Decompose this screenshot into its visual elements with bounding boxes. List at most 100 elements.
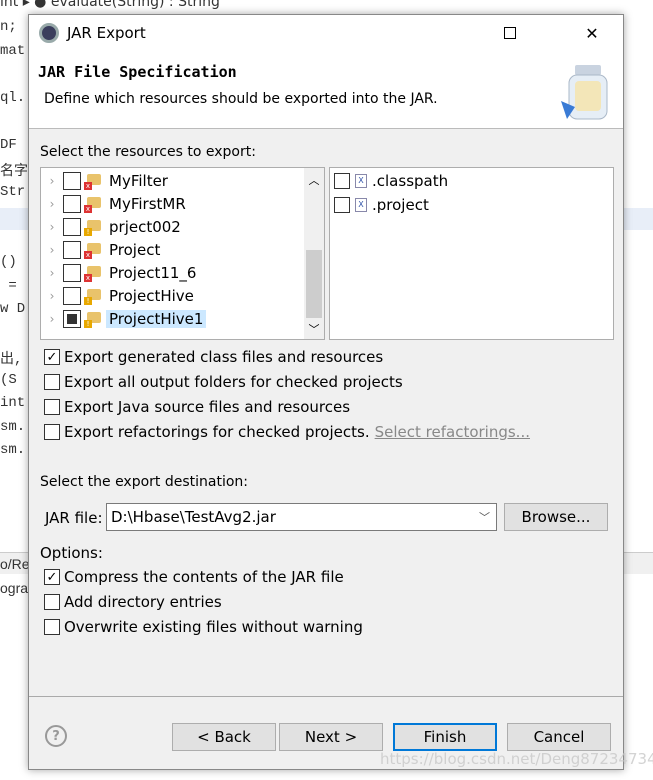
project-folder-icon: x	[84, 172, 102, 190]
checkbox[interactable]	[334, 196, 350, 213]
chevron-right-icon[interactable]: ›	[41, 220, 63, 234]
back-button[interactable]: < Back	[172, 723, 276, 751]
option-label: Export refactorings for checked projects…	[64, 423, 370, 441]
project-folder-icon: !	[84, 287, 102, 305]
file-list[interactable]: X .classpath X .project	[329, 167, 614, 340]
code-line: n;	[0, 19, 17, 35]
page-title: JAR File Specification	[38, 63, 237, 81]
file-name: .classpath	[372, 171, 449, 190]
maximize-button[interactable]	[487, 15, 533, 51]
project-folder-icon: !	[84, 218, 102, 236]
option-label: Export Java source files and resources	[64, 398, 351, 416]
checkbox[interactable]	[44, 374, 60, 390]
file-item[interactable]: X .classpath	[334, 169, 594, 192]
error-badge-icon: x	[84, 250, 92, 259]
warning-badge-icon: !	[84, 227, 92, 236]
project-name: prject002	[109, 217, 181, 236]
error-badge-icon: x	[84, 181, 92, 190]
checkbox[interactable]	[63, 171, 81, 190]
panel-text: ogra	[0, 580, 29, 596]
breadcrumb: int ▸ ● evaluate(String) : String	[0, 0, 220, 10]
checkbox[interactable]	[63, 309, 81, 328]
checkbox[interactable]	[63, 217, 81, 236]
chevron-right-icon[interactable]: ›	[41, 243, 63, 257]
close-button[interactable]: ✕	[569, 15, 615, 51]
export-option[interactable]: ✓ Export generated class files and resour…	[44, 348, 383, 366]
project-folder-icon: x	[84, 264, 102, 282]
checkbox[interactable]	[63, 263, 81, 282]
code-line: 名字	[0, 164, 28, 180]
chevron-right-icon[interactable]: ›	[41, 174, 63, 188]
jar-file-value: D:\Hbase\TestAvg2.jar	[111, 508, 276, 526]
project-name: ProjectHive1	[106, 309, 207, 328]
export-option[interactable]: Export all output folders for checked pr…	[44, 373, 403, 391]
code-line: int	[0, 395, 26, 411]
checkbox[interactable]	[63, 286, 81, 305]
checkbox[interactable]	[44, 399, 60, 415]
tree-item[interactable]: ›! ProjectHive	[41, 284, 301, 307]
checkbox[interactable]	[44, 424, 60, 440]
help-button[interactable]: ?	[45, 725, 67, 747]
jar-option[interactable]: Add directory entries	[44, 593, 222, 611]
scroll-up-icon[interactable]: ︿	[304, 172, 324, 188]
export-option[interactable]: Export Java source files and resources	[44, 398, 350, 416]
help-icon: ?	[52, 728, 60, 744]
xml-file-icon: X	[355, 197, 367, 212]
chevron-right-icon[interactable]: ›	[41, 289, 63, 303]
scrollbar-thumb[interactable]	[306, 250, 322, 318]
tree-item[interactable]: › x Project11_6	[41, 261, 301, 284]
project-name: Project11_6	[109, 263, 197, 282]
wizard-header: JAR File Specification Define which reso…	[29, 51, 623, 129]
project-tree[interactable]: ︿ ﹀ › x MyFilter › x MyFirstMR ›! prject002 › x Pr…	[40, 167, 325, 340]
checkbox[interactable]	[44, 619, 60, 635]
project-name: MyFirstMR	[109, 194, 186, 213]
scroll-down-icon[interactable]: ﹀	[304, 321, 324, 337]
code-line: sm.	[0, 442, 26, 458]
chevron-right-icon[interactable]: ›	[41, 266, 63, 280]
file-name: .project	[372, 195, 429, 214]
cancel-button[interactable]: Cancel	[507, 723, 611, 751]
jar-option[interactable]: ✓ Compress the contents of the JAR file	[44, 568, 344, 586]
checkbox[interactable]: ✓	[44, 569, 60, 585]
jar-option[interactable]: Overwrite existing files without warning	[44, 618, 363, 636]
option-label: Export all output folders for checked pr…	[64, 373, 403, 391]
checkbox[interactable]	[63, 194, 81, 213]
warning-badge-icon: !	[84, 319, 92, 328]
tree-item[interactable]: › x Project	[41, 238, 301, 261]
code-line: mat	[0, 42, 26, 59]
option-label: Overwrite existing files without warning	[64, 618, 363, 636]
option-label: Export generated class files and resourc…	[64, 348, 384, 366]
export-option[interactable]: Export refactorings for checked projects…	[44, 423, 530, 441]
code-line: 出,	[0, 352, 23, 368]
chevron-right-icon[interactable]: ›	[41, 197, 63, 211]
browse-button[interactable]: Browse...	[504, 503, 608, 531]
checkbox[interactable]	[334, 172, 350, 189]
error-badge-icon: x	[84, 204, 92, 213]
option-label: Add directory entries	[64, 593, 222, 611]
tree-item[interactable]: ›! prject002	[41, 215, 301, 238]
tree-scrollbar[interactable]: ︿ ﹀	[304, 168, 324, 339]
file-item[interactable]: X .project	[334, 193, 594, 216]
tree-item[interactable]: ›! ProjectHive1	[41, 307, 301, 330]
button-bar-divider	[29, 696, 623, 697]
chevron-right-icon[interactable]: ›	[41, 312, 63, 326]
next-button[interactable]: Next >	[279, 723, 383, 751]
select-refactorings-link[interactable]: Select refactorings...	[375, 423, 530, 441]
project-folder-icon: x	[84, 241, 102, 259]
tree-item[interactable]: › x MyFirstMR	[41, 192, 301, 215]
code-line: Str	[0, 183, 26, 200]
tree-item[interactable]: › x MyFilter	[41, 169, 301, 192]
jar-file-label: JAR file:	[45, 509, 103, 527]
finish-button[interactable]: Finish	[393, 723, 497, 751]
checkbox[interactable]	[44, 594, 60, 610]
option-label: Compress the contents of the JAR file	[64, 568, 344, 586]
project-name: MyFilter	[109, 171, 168, 190]
checkbox[interactable]: ✓	[44, 349, 60, 365]
chevron-down-icon[interactable]: ﹀	[479, 509, 490, 525]
checkbox[interactable]	[63, 240, 81, 259]
jar-file-combo[interactable]: D:\Hbase\TestAvg2.jar ﹀	[106, 503, 497, 531]
partial-check-mark	[67, 313, 77, 324]
watermark: https://blog.csdn.net/Deng872347348	[380, 750, 653, 768]
eclipse-icon	[39, 23, 59, 43]
close-icon: ✕	[585, 23, 599, 43]
